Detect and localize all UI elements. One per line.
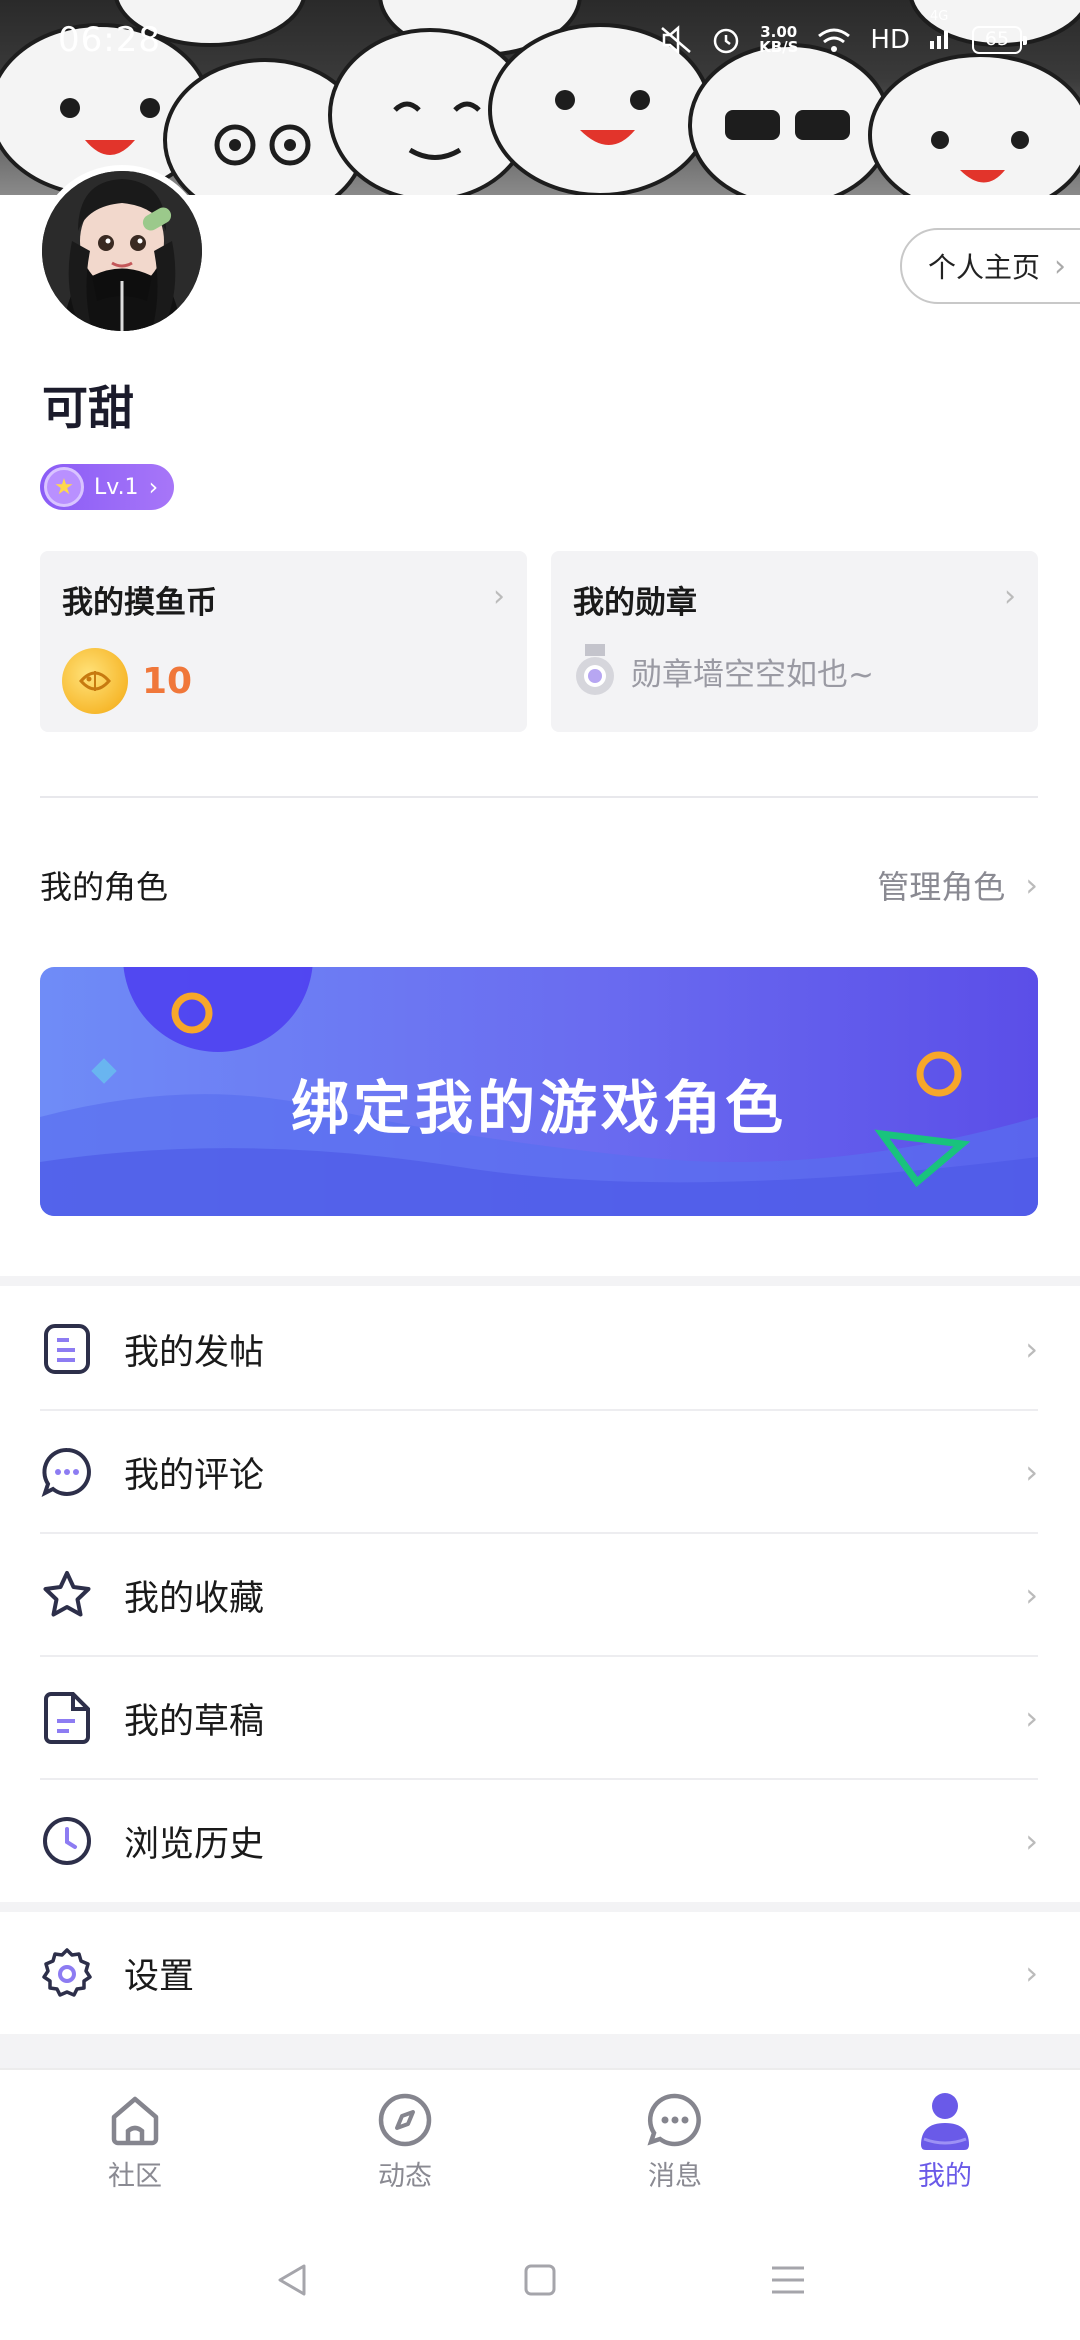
back-icon[interactable]: [272, 2260, 312, 2300]
medal-icon: [576, 644, 614, 695]
my-roles-row: 我的角色 管理角色 ›: [40, 862, 1038, 908]
wifi-icon: [818, 28, 851, 52]
comment-icon: [40, 1445, 94, 1499]
menu-item-label: 我的评论: [124, 1455, 265, 1496]
section-gap: [0, 2034, 1080, 2068]
medals-card[interactable]: 我的勋章 › 勋章墙空空如也~: [551, 551, 1038, 732]
network-type: HD: [870, 25, 910, 55]
menu-item-label: 我的发帖: [124, 1332, 265, 1373]
chevron-right-icon: ›: [1025, 1576, 1038, 1614]
alarm-icon: [713, 28, 739, 54]
coins-title: 我的摸鱼币: [62, 585, 217, 621]
star-icon: ★: [44, 467, 84, 507]
battery-indicator: 65: [972, 26, 1027, 54]
menu-item-browse-history[interactable]: 浏览历史 ›: [40, 1780, 1038, 1902]
network-speed: 3.00 KB/S: [759, 25, 798, 55]
chevron-right-icon: ›: [1025, 1699, 1038, 1737]
tab-label: 社区: [108, 2161, 162, 2192]
chevron-right-icon: ›: [1025, 1822, 1038, 1860]
system-navigation-bar: [0, 2220, 1080, 2340]
mute-icon: [661, 25, 691, 55]
speed-unit: KB/S: [759, 38, 799, 56]
post-icon: [40, 1322, 94, 1376]
level-label: Lv.1: [94, 474, 139, 500]
user-icon: [915, 2090, 975, 2150]
menu-item-label: 浏览历史: [124, 1824, 265, 1865]
tab-label: 消息: [648, 2161, 702, 2192]
chevron-right-icon: ›: [1025, 1330, 1038, 1368]
menu-item-my-drafts[interactable]: 我的草稿 ›: [40, 1657, 1038, 1779]
profile-screen: 06:28 3.00 KB/S HD 4G 65 个人主页 › 可甜 ★ Lv.…: [0, 0, 1080, 2340]
clock-icon: [40, 1814, 94, 1868]
coins-row: 10: [62, 648, 505, 714]
menu-nav-icon[interactable]: [768, 2262, 808, 2298]
my-roles-title: 我的角色: [40, 868, 169, 906]
tab-messages[interactable]: 消息: [540, 2070, 810, 2208]
coins-card[interactable]: 我的摸鱼币 › 10: [40, 551, 527, 732]
star-icon: [40, 1568, 94, 1622]
section-gap: [0, 1276, 1080, 1286]
manage-roles-label: 管理角色: [877, 868, 1006, 906]
chevron-right-icon: ›: [1025, 1954, 1038, 1992]
compass-icon: [375, 2090, 435, 2150]
tab-community[interactable]: 社区: [0, 2070, 270, 2208]
chevron-right-icon: ›: [1025, 1453, 1038, 1491]
settings-label: 设置: [124, 1956, 195, 1997]
medals-title: 我的勋章: [573, 585, 697, 621]
tab-mine[interactable]: 我的: [810, 2070, 1080, 2208]
status-bar: 06:28 3.00 KB/S HD 4G 65: [0, 0, 1080, 80]
medals-row: 勋章墙空空如也~: [573, 644, 1016, 698]
bind-game-role-banner[interactable]: 绑定我的游戏角色: [40, 967, 1038, 1216]
menu-item-my-favorites[interactable]: 我的收藏 ›: [40, 1534, 1038, 1656]
cell-signal-icon: 4G: [928, 9, 954, 55]
menu-item-label: 我的收藏: [124, 1578, 265, 1619]
section-divider: [40, 796, 1038, 798]
fish-coin-icon: [62, 648, 128, 714]
section-gap: [0, 1902, 1080, 1912]
coins-count: 10: [142, 660, 193, 702]
home-icon: [105, 2090, 165, 2150]
chevron-right-icon: ›: [1054, 248, 1067, 284]
message-icon: [645, 2090, 705, 2150]
medals-empty-text: 勋章墙空空如也~: [631, 656, 874, 693]
chevron-right-icon: ›: [493, 579, 505, 614]
tab-feed[interactable]: 动态: [270, 2070, 540, 2208]
manage-roles-button[interactable]: 管理角色 ›: [877, 862, 1038, 908]
avatar[interactable]: [36, 165, 208, 337]
menu-item-my-posts[interactable]: 我的发帖 ›: [40, 1288, 1038, 1410]
bind-banner-text: 绑定我的游戏角色: [290, 1074, 787, 1142]
bottom-tab-bar: 社区 动态 消息 我的: [0, 2068, 1080, 2208]
chevron-right-icon: ›: [148, 473, 159, 501]
menu-item-settings[interactable]: 设置 ›: [40, 1912, 1038, 2034]
menu-item-my-comments[interactable]: 我的评论 ›: [40, 1411, 1038, 1533]
level-badge[interactable]: ★ Lv.1 ›: [40, 464, 175, 510]
home-nav-icon[interactable]: [522, 2262, 558, 2298]
tab-label: 我的: [918, 2161, 972, 2192]
personal-homepage-button[interactable]: 个人主页 ›: [900, 228, 1080, 304]
chevron-right-icon: ›: [1004, 579, 1016, 614]
status-time: 06:28: [58, 20, 161, 60]
username: 可甜: [42, 381, 134, 435]
tab-label: 动态: [378, 2161, 432, 2192]
status-icons: 3.00 KB/S HD 4G 65: [659, 9, 1027, 55]
gear-icon: [40, 1946, 94, 2000]
personal-homepage-label: 个人主页: [928, 251, 1041, 284]
draft-icon: [40, 1691, 94, 1745]
menu-item-label: 我的草稿: [124, 1701, 265, 1742]
chevron-right-icon: ›: [1025, 866, 1038, 904]
cell-label: 4G: [930, 9, 949, 24]
